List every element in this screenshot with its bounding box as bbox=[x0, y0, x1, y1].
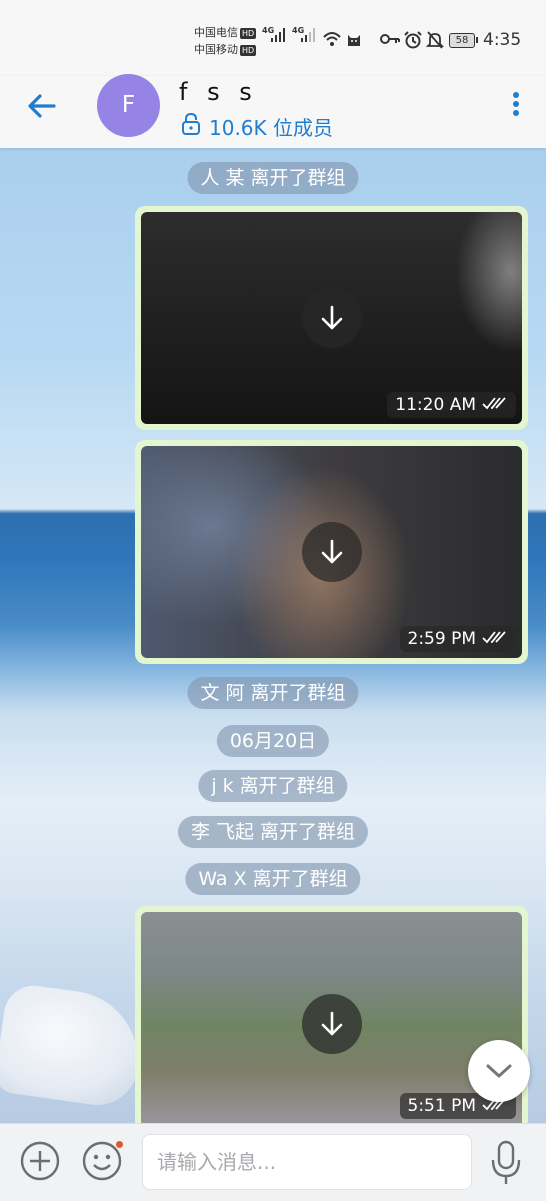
download-icon[interactable] bbox=[301, 994, 362, 1054]
message-field[interactable] bbox=[142, 1134, 472, 1190]
member-count[interactable]: 10.6K 位成员 bbox=[181, 112, 333, 141]
time-label: 2:59 PM bbox=[407, 629, 477, 649]
attach-plus-icon[interactable] bbox=[20, 1141, 60, 1181]
time-label: 5:51 PM bbox=[407, 1096, 477, 1116]
media-thumbnail[interactable]: 5:51 PM bbox=[141, 912, 522, 1123]
emoji-icon[interactable] bbox=[82, 1141, 122, 1181]
battery-level: 58 bbox=[455, 35, 469, 46]
key-icon bbox=[379, 30, 401, 53]
chevron-down-icon bbox=[486, 1064, 512, 1078]
seashell-decoration bbox=[0, 981, 147, 1111]
message-input[interactable] bbox=[155, 1135, 459, 1189]
download-icon[interactable] bbox=[301, 288, 362, 348]
media-thumbnail[interactable]: 11:20 AM bbox=[141, 212, 522, 424]
chat-header: F f s s 10.6K 位成员 bbox=[0, 74, 546, 148]
download-icon[interactable] bbox=[301, 522, 362, 582]
service-message: Wa X 离开了群组 bbox=[185, 863, 361, 895]
carrier-1: 中国电信 bbox=[194, 26, 238, 39]
service-message: 人 某 离开了群组 bbox=[187, 162, 359, 194]
battery-icon: 58 bbox=[449, 33, 478, 48]
member-count-label: 10.6K 位成员 bbox=[209, 116, 334, 140]
message-input-bar bbox=[0, 1123, 546, 1201]
media-message[interactable]: 2:59 PM bbox=[135, 440, 528, 664]
carrier-info: 中国电信 HD 中国移动 HD bbox=[194, 24, 257, 58]
message-time: 11:20 AM bbox=[387, 392, 516, 418]
signal-icon bbox=[271, 28, 285, 42]
date-separator: 06月20日 bbox=[216, 725, 330, 757]
media-message[interactable]: 11:20 AM bbox=[135, 206, 528, 430]
scroll-down-button[interactable] bbox=[468, 1040, 530, 1102]
message-time: 2:59 PM bbox=[399, 626, 516, 652]
service-message: j k 离开了群组 bbox=[198, 770, 348, 802]
mute-icon bbox=[425, 30, 445, 55]
microphone-icon[interactable] bbox=[490, 1138, 522, 1186]
signal-icon bbox=[301, 28, 315, 42]
hd-badge: HD bbox=[240, 44, 257, 56]
alarm-icon bbox=[403, 30, 423, 55]
clock: 4:35 bbox=[483, 30, 522, 50]
lock-icon bbox=[181, 112, 201, 141]
media-thumbnail[interactable]: 2:59 PM bbox=[141, 446, 522, 658]
more-options-icon[interactable] bbox=[508, 92, 524, 122]
hd-badge: HD bbox=[240, 27, 257, 39]
double-check-icon bbox=[482, 626, 508, 652]
cat-app-icon bbox=[346, 30, 362, 53]
time-label: 11:20 AM bbox=[395, 395, 476, 415]
media-message[interactable]: 5:51 PM bbox=[135, 906, 528, 1123]
carrier-2: 中国移动 bbox=[194, 43, 238, 56]
group-title[interactable]: f s s bbox=[179, 78, 258, 106]
group-avatar[interactable]: F bbox=[97, 74, 160, 137]
double-check-icon bbox=[482, 392, 508, 418]
wifi-icon bbox=[322, 30, 342, 53]
service-message: 李 飞起 离开了群组 bbox=[177, 816, 369, 848]
service-message: 文 阿 离开了群组 bbox=[187, 677, 359, 709]
back-arrow-icon[interactable] bbox=[26, 90, 58, 122]
emoji-notification-dot bbox=[116, 1141, 123, 1148]
status-bar: 中国电信 HD 中国移动 HD 4G 4G 58 4:35 bbox=[0, 0, 546, 76]
